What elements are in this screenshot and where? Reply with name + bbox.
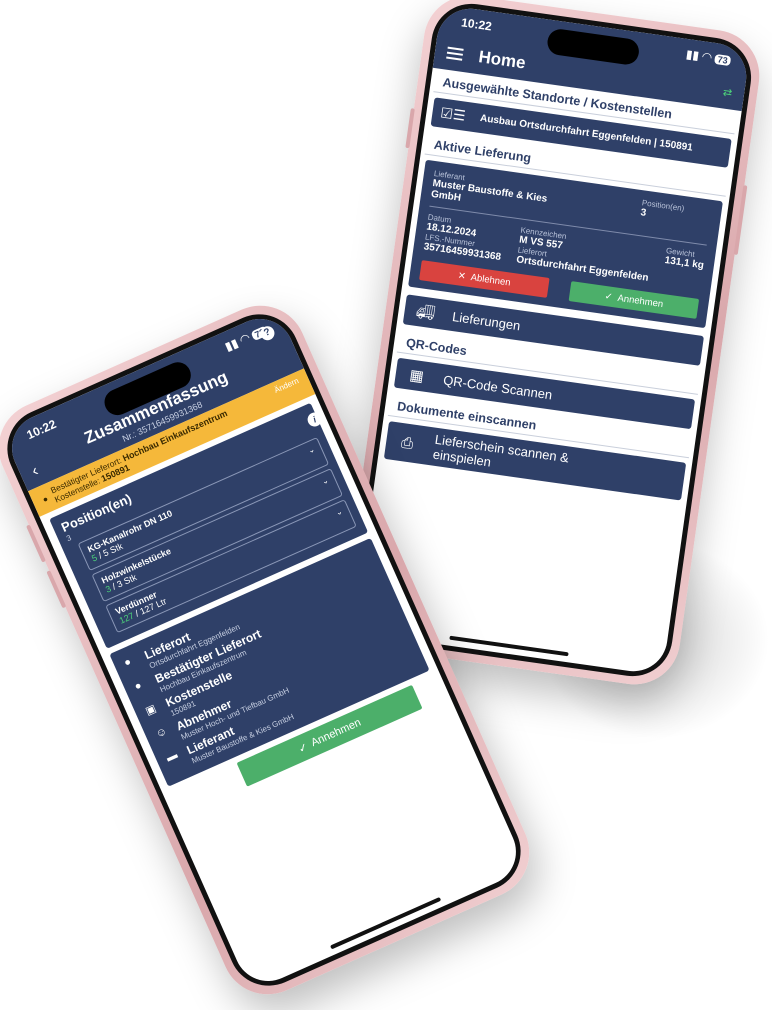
position-done: 3	[103, 583, 113, 595]
menu-icon[interactable]	[446, 46, 464, 61]
checklist-icon: ☑☰	[439, 104, 467, 124]
home-indicator[interactable]	[329, 896, 442, 950]
status-icons: ▮▮ ◠ 73	[685, 47, 732, 67]
location-pin-icon: ●	[40, 493, 50, 505]
battery-level: 73	[713, 53, 732, 67]
annehmen-label: Annehmen	[616, 292, 664, 310]
location-pin-icon: ●	[122, 655, 134, 670]
position-done: 5	[90, 552, 99, 564]
page-title: Home	[477, 47, 527, 73]
truck-icon: 🚚︎	[414, 302, 437, 323]
location-pin-icon: ●	[132, 679, 144, 694]
qr-code-icon: ▦	[408, 366, 425, 386]
annehmen-label: Annehmen	[309, 716, 363, 750]
lieferungen-label: Lieferungen	[451, 308, 522, 333]
scanner-icon: ⎙	[400, 433, 415, 453]
status-time: 10:22	[24, 416, 59, 443]
person-icon: ☺	[153, 725, 170, 741]
qr-scan-label: QR-Code Scannen	[442, 371, 554, 402]
ablehnen-label: Ablehnen	[469, 271, 512, 289]
close-icon: ✕	[457, 269, 467, 282]
status-time: 10:22	[460, 15, 493, 34]
sync-icon[interactable]: ⇄	[722, 85, 733, 99]
check-icon: ✓	[296, 740, 310, 756]
truck-icon: ▬	[164, 748, 180, 765]
wallet-icon: ▣	[143, 702, 159, 718]
check-icon: ✓	[604, 290, 614, 303]
